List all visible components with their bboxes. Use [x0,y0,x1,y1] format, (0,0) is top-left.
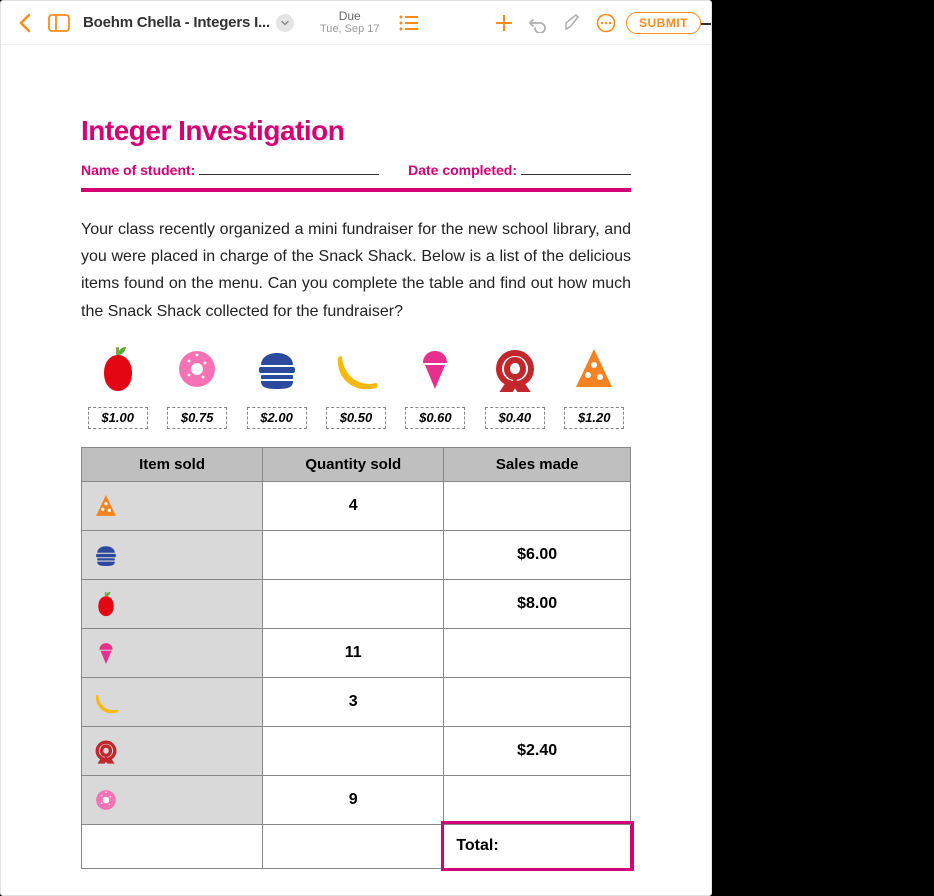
item-cell-apple [82,579,263,628]
app-window: Boehm Chella - Integers I... Due Tue, Se… [0,0,712,896]
pretzel-icon [491,345,539,393]
brush-icon[interactable] [558,9,586,37]
sales-cell[interactable]: $2.40 [444,726,631,775]
worksheet-page: Integer Investigation Name of student: D… [1,45,711,896]
due-block: Due Tue, Sep 17 [320,10,380,35]
submit-button[interactable]: SUBMIT [626,12,701,34]
sales-cell[interactable] [444,775,631,824]
date-label: Date completed: [408,162,517,178]
sales-cell[interactable] [444,677,631,726]
callout-line [701,23,712,25]
item-cell-burger [82,530,263,579]
item-cell-pretzel [82,726,263,775]
qty-cell[interactable]: 9 [263,775,444,824]
qty-cell[interactable]: 3 [263,677,444,726]
sidebar-toggle-icon[interactable] [45,9,73,37]
intro-text: Your class recently organized a mini fun… [81,216,631,325]
qty-cell[interactable] [263,530,444,579]
header-sales: Sales made [444,447,631,481]
table-row: $6.00 [82,530,631,579]
table-row: 3 [82,677,631,726]
qty-cell[interactable] [263,579,444,628]
sales-cell[interactable]: $6.00 [444,530,631,579]
price-icecream: $0.60 [405,407,465,429]
price-burger: $2.00 [247,407,307,429]
price-row: $1.00 $0.75 $2.00 $0.50 $0.60 $0.40 $1.2… [81,345,631,429]
price-pretzel: $0.40 [485,407,545,429]
burger-icon [253,345,301,393]
qty-cell[interactable] [263,726,444,775]
icecream-icon [411,345,459,393]
table-row: 11 [82,628,631,677]
name-label: Name of student: [81,162,195,178]
name-blank[interactable] [199,161,379,175]
qty-cell[interactable]: 4 [263,481,444,530]
divider [81,188,631,192]
sales-cell[interactable]: $8.00 [444,579,631,628]
undo-icon[interactable] [524,9,552,37]
donut-icon [173,345,221,393]
apple-icon [94,345,142,393]
back-button[interactable] [11,9,39,37]
table-row: $8.00 [82,579,631,628]
banana-icon [332,345,380,393]
total-blank-2 [263,824,444,868]
date-blank[interactable] [521,161,631,175]
page-title: Integer Investigation [81,115,631,147]
header-item: Item sold [82,447,263,481]
item-cell-banana [82,677,263,726]
total-blank-1 [82,824,263,868]
sales-table: Item sold Quantity sold Sales made 4$6.0… [81,447,631,869]
sales-cell[interactable] [444,628,631,677]
price-pizza: $1.20 [564,407,624,429]
document-title: Boehm Chella - Integers I... [83,14,270,31]
due-date: Tue, Sep 17 [320,23,380,35]
qty-cell[interactable]: 11 [263,628,444,677]
chevron-down-icon[interactable] [276,14,294,32]
header-qty: Quantity sold [263,447,444,481]
item-cell-donut [82,775,263,824]
plus-icon[interactable] [490,9,518,37]
due-label: Due [339,10,361,23]
toolbar: Boehm Chella - Integers I... Due Tue, Se… [1,1,711,45]
form-line: Name of student: Date completed: [81,161,631,178]
total-cell[interactable]: Total: [444,824,631,868]
table-row: 9 [82,775,631,824]
sales-cell[interactable] [444,481,631,530]
table-row: 4 [82,481,631,530]
document-title-block[interactable]: Boehm Chella - Integers I... [83,14,294,32]
price-donut: $0.75 [167,407,227,429]
table-row: $2.40 [82,726,631,775]
item-cell-icecream [82,628,263,677]
item-cell-pizza [82,481,263,530]
price-apple: $1.00 [88,407,148,429]
list-icon[interactable] [395,9,423,37]
pizza-icon [570,345,618,393]
more-icon[interactable] [592,9,620,37]
price-banana: $0.50 [326,407,386,429]
